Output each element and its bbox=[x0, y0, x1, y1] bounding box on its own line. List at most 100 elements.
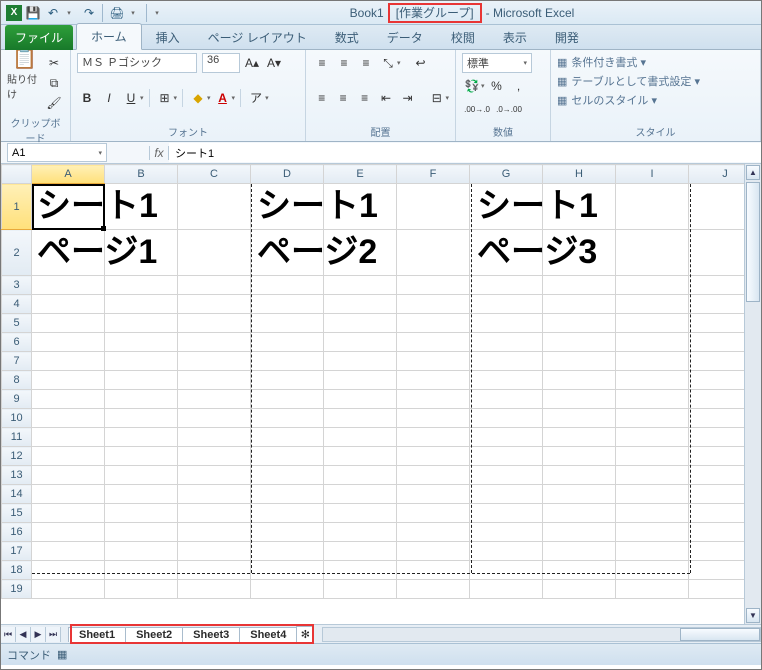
scroll-down-icon[interactable]: ▼ bbox=[746, 608, 760, 623]
redo-icon[interactable]: ↷ bbox=[80, 4, 98, 22]
row-header-11[interactable]: 11 bbox=[2, 428, 32, 447]
increase-indent-icon[interactable]: ⇥ bbox=[398, 88, 417, 108]
col-header-C[interactable]: C bbox=[178, 165, 251, 184]
new-sheet-tab-icon[interactable]: ✻ bbox=[296, 626, 314, 642]
tab-nav-first-icon[interactable]: ⏮ bbox=[1, 627, 16, 642]
paste-button[interactable]: 📋 貼り付け bbox=[7, 53, 42, 93]
row-header-15[interactable]: 15 bbox=[2, 504, 32, 523]
fill-color-icon[interactable]: ◆ bbox=[188, 88, 208, 108]
horizontal-scrollbar[interactable] bbox=[322, 627, 761, 642]
tab-developer[interactable]: 開発 bbox=[541, 25, 593, 50]
tab-file[interactable]: ファイル bbox=[5, 25, 73, 50]
name-box-dropdown-icon[interactable]: ▾ bbox=[98, 149, 102, 157]
align-top-icon[interactable]: ≡ bbox=[312, 53, 332, 73]
row-header-8[interactable]: 8 bbox=[2, 371, 32, 390]
phonetic-icon[interactable]: ア bbox=[246, 88, 266, 108]
align-bottom-icon[interactable]: ≡ bbox=[356, 53, 376, 73]
fx-icon[interactable]: fx bbox=[149, 146, 169, 160]
merge-dropdown-icon[interactable]: ▾ bbox=[445, 94, 449, 102]
row-header-19[interactable]: 19 bbox=[2, 580, 32, 599]
merge-center-icon[interactable]: ⊟ bbox=[427, 88, 446, 108]
row-header-4[interactable]: 4 bbox=[2, 295, 32, 314]
tab-view[interactable]: 表示 bbox=[489, 25, 541, 50]
cells-table[interactable]: A B C D E F G H I J 1 2 3 4 5 6 7 8 9 10… bbox=[1, 164, 761, 599]
scroll-up-icon[interactable]: ▲ bbox=[746, 165, 760, 180]
save-icon[interactable]: 💾 bbox=[24, 4, 42, 22]
col-header-G[interactable]: G bbox=[470, 165, 543, 184]
col-header-A[interactable]: A bbox=[32, 165, 105, 184]
tab-page-layout[interactable]: ページ レイアウト bbox=[194, 25, 321, 50]
font-color-icon[interactable]: A bbox=[213, 88, 233, 108]
tab-data[interactable]: データ bbox=[373, 25, 437, 50]
underline-dropdown-icon[interactable]: ▾ bbox=[140, 94, 144, 102]
row-header-3[interactable]: 3 bbox=[2, 276, 32, 295]
cell-styles-button[interactable]: ▦ セルのスタイル ▾ bbox=[557, 91, 754, 109]
col-header-H[interactable]: H bbox=[543, 165, 616, 184]
font-size-select[interactable]: 36 bbox=[202, 53, 240, 73]
tab-insert[interactable]: 挿入 bbox=[142, 25, 194, 50]
border-icon[interactable]: ⊞ bbox=[155, 88, 175, 108]
row-header-2[interactable]: 2 bbox=[2, 230, 32, 276]
increase-decimal-icon[interactable]: .00→.0 bbox=[462, 99, 492, 119]
worksheet-grid[interactable]: A B C D E F G H I J 1 2 3 4 5 6 7 8 9 10… bbox=[1, 164, 761, 624]
italic-button[interactable]: I bbox=[99, 88, 119, 108]
align-middle-icon[interactable]: ≡ bbox=[334, 53, 354, 73]
col-header-F[interactable]: F bbox=[397, 165, 470, 184]
tab-nav-next-icon[interactable]: ▶ bbox=[31, 627, 46, 642]
comma-icon[interactable]: , bbox=[509, 76, 529, 96]
qat-customize-icon[interactable]: ▾ bbox=[148, 4, 166, 22]
decrease-indent-icon[interactable]: ⇤ bbox=[376, 88, 395, 108]
orientation-icon[interactable]: ⤡ bbox=[378, 53, 398, 73]
tab-review[interactable]: 校閲 bbox=[437, 25, 489, 50]
name-box[interactable]: A1 ▾ bbox=[7, 143, 107, 162]
align-center-icon[interactable]: ≡ bbox=[333, 88, 352, 108]
sheet-tab-4[interactable]: Sheet4 bbox=[239, 627, 297, 642]
sheet-tab-1[interactable]: Sheet1 bbox=[68, 627, 126, 642]
font-color-dropdown-icon[interactable]: ▾ bbox=[232, 94, 236, 102]
border-dropdown-icon[interactable]: ▾ bbox=[174, 94, 178, 102]
row-header-1[interactable]: 1 bbox=[2, 184, 32, 230]
format-painter-icon[interactable]: 🖌 bbox=[44, 93, 64, 113]
formula-input[interactable] bbox=[169, 143, 761, 162]
wrap-text-icon[interactable]: ↩ bbox=[411, 53, 431, 73]
number-format-select[interactable]: 標準 ▾ bbox=[462, 53, 532, 73]
col-header-E[interactable]: E bbox=[324, 165, 397, 184]
align-left-icon[interactable]: ≡ bbox=[312, 88, 331, 108]
col-header-I[interactable]: I bbox=[616, 165, 689, 184]
row-header-12[interactable]: 12 bbox=[2, 447, 32, 466]
row-header-10[interactable]: 10 bbox=[2, 409, 32, 428]
row-header-17[interactable]: 17 bbox=[2, 542, 32, 561]
font-name-select[interactable]: ＭＳ Ｐゴシック bbox=[77, 53, 197, 73]
quick-print-dropdown-icon[interactable]: ▾ bbox=[124, 4, 142, 22]
shrink-font-icon[interactable]: A▾ bbox=[264, 53, 284, 73]
row-header-5[interactable]: 5 bbox=[2, 314, 32, 333]
row-header-9[interactable]: 9 bbox=[2, 390, 32, 409]
fill-dropdown-icon[interactable]: ▾ bbox=[207, 94, 211, 102]
vertical-scrollbar[interactable]: ▲ ▼ bbox=[744, 164, 761, 624]
select-all-corner[interactable] bbox=[2, 165, 32, 184]
copy-icon[interactable]: ⧉ bbox=[44, 73, 64, 93]
hscroll-thumb[interactable] bbox=[680, 628, 760, 641]
tab-formulas[interactable]: 数式 bbox=[321, 25, 373, 50]
currency-dropdown-icon[interactable]: ▾ bbox=[481, 82, 485, 90]
row-header-16[interactable]: 16 bbox=[2, 523, 32, 542]
tab-nav-prev-icon[interactable]: ◀ bbox=[16, 627, 31, 642]
underline-button[interactable]: U bbox=[121, 88, 141, 108]
row-header-6[interactable]: 6 bbox=[2, 333, 32, 352]
tab-home[interactable]: ホーム bbox=[76, 23, 142, 50]
sheet-tab-3[interactable]: Sheet3 bbox=[182, 627, 240, 642]
row-header-7[interactable]: 7 bbox=[2, 352, 32, 371]
orientation-dropdown-icon[interactable]: ▾ bbox=[397, 59, 401, 67]
tab-nav-last-icon[interactable]: ⏭ bbox=[46, 627, 61, 642]
currency-icon[interactable]: 💱 bbox=[462, 76, 482, 96]
col-header-D[interactable]: D bbox=[251, 165, 324, 184]
vscroll-thumb[interactable] bbox=[746, 182, 760, 302]
col-header-B[interactable]: B bbox=[105, 165, 178, 184]
macro-record-icon[interactable]: ▦ bbox=[57, 648, 67, 661]
bold-button[interactable]: B bbox=[77, 88, 97, 108]
decrease-decimal-icon[interactable]: .0→.00 bbox=[494, 99, 524, 119]
phonetic-dropdown-icon[interactable]: ▾ bbox=[265, 94, 269, 102]
align-right-icon[interactable]: ≡ bbox=[355, 88, 374, 108]
cut-icon[interactable]: ✂ bbox=[44, 53, 64, 73]
row-header-18[interactable]: 18 bbox=[2, 561, 32, 580]
